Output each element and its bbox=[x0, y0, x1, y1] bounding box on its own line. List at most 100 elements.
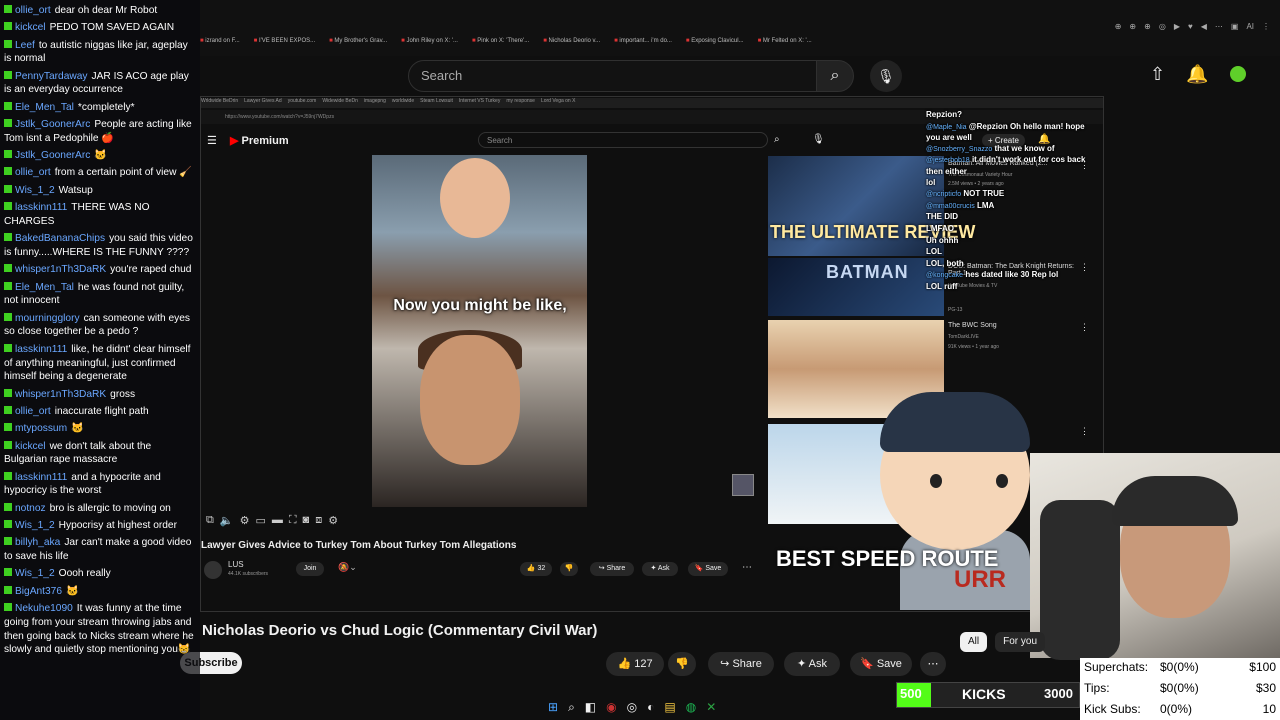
miniplayer-icon[interactable]: ▭ bbox=[255, 514, 265, 527]
chat-username[interactable]: Ele_Men_Tal bbox=[15, 282, 74, 293]
inner-tab[interactable]: Lord Vega on X bbox=[541, 98, 575, 108]
gear-icon[interactable]: ⚙ bbox=[328, 514, 338, 527]
taskbar-app-icon[interactable]: ◉ bbox=[606, 700, 616, 715]
more-icon[interactable]: ⋮ bbox=[1080, 426, 1089, 437]
taskbar-app-icon[interactable]: ◎ bbox=[627, 700, 637, 715]
more-actions-button[interactable]: ⋯ bbox=[920, 652, 946, 676]
chat-username[interactable]: lasskinn111 bbox=[15, 344, 67, 355]
extension-icon[interactable]: ⋯ bbox=[1215, 22, 1223, 31]
ask-button[interactable]: ✦ Ask bbox=[784, 652, 840, 676]
extension-icon[interactable]: ⊕ bbox=[1129, 22, 1136, 31]
extension-icon[interactable]: ♥ bbox=[1188, 22, 1193, 31]
inner-notify-bell-icon[interactable]: 🔕⌄ bbox=[338, 562, 357, 573]
inner-search-icon[interactable]: ⌕ bbox=[774, 134, 780, 145]
inner-tab[interactable]: Widewide BeDn bbox=[322, 98, 358, 108]
avatar[interactable] bbox=[1230, 66, 1246, 82]
mic-button[interactable]: 🎙 bbox=[870, 60, 902, 92]
chat-username[interactable]: Wis_1_2 bbox=[15, 520, 55, 531]
spotify-icon[interactable]: ◍ bbox=[686, 700, 696, 715]
chat-username[interactable]: ollie_ort bbox=[15, 406, 51, 417]
chat-username[interactable]: Jstlk_GoonerArc bbox=[15, 119, 90, 130]
search-input[interactable]: Search bbox=[408, 60, 818, 92]
extension-icon[interactable]: ◀ bbox=[1201, 22, 1207, 31]
taskbar-app-icon[interactable]: ◐ bbox=[647, 700, 654, 715]
inner-dislike-button[interactable]: 👎 bbox=[560, 562, 578, 576]
inner-tab[interactable]: my response bbox=[506, 98, 535, 108]
chat-username[interactable]: lasskinn111 bbox=[15, 202, 67, 213]
extension-icon[interactable]: ⊕ bbox=[1144, 22, 1151, 31]
extension-icon[interactable]: ▣ bbox=[1231, 22, 1239, 31]
chat-username[interactable]: BakedBananaChips bbox=[15, 233, 105, 244]
theater-icon[interactable]: ▬ bbox=[272, 514, 283, 527]
chat-username[interactable]: Wis_1_2 bbox=[15, 185, 55, 196]
extension-icon[interactable]: ▶ bbox=[1174, 22, 1180, 31]
chat-username[interactable]: PennyTardaway bbox=[15, 71, 88, 82]
inner-ask-button[interactable]: ✦ Ask bbox=[642, 562, 678, 576]
chat-username[interactable]: Nekuhe1090 bbox=[15, 603, 73, 614]
bookmark-item[interactable]: Exposing Clavicul... bbox=[686, 38, 743, 44]
dislike-button[interactable]: 👎 bbox=[668, 652, 696, 676]
chat-username[interactable]: lasskinn111 bbox=[15, 472, 67, 483]
bell-icon[interactable]: 🔔 bbox=[1186, 64, 1208, 85]
bookmark-item[interactable]: Nicholas Deorio v... bbox=[543, 38, 601, 44]
subtitles-icon[interactable]: ⧉ bbox=[206, 514, 214, 527]
folder-icon[interactable]: ▤ bbox=[664, 700, 675, 715]
bookmark-item[interactable]: Mr Felted on X: '... bbox=[758, 38, 812, 44]
inner-tab[interactable]: Internet VS Turkey bbox=[459, 98, 500, 108]
xbox-icon[interactable]: ✕ bbox=[706, 700, 716, 715]
more-icon[interactable]: ⋮ bbox=[1080, 322, 1089, 333]
inner-channel-name[interactable]: LUS bbox=[228, 560, 244, 569]
inner-share-button[interactable]: ↪ Share bbox=[590, 562, 634, 576]
bookmark-item[interactable]: Pink on X: 'There'... bbox=[472, 38, 529, 44]
inner-tab[interactable]: Lawyer Gives Ad bbox=[244, 98, 282, 108]
bookmark-item[interactable]: My Brother's Grav... bbox=[329, 38, 387, 44]
inner-join-button[interactable]: Join bbox=[296, 562, 324, 576]
bookmark-item[interactable]: izrand on F... bbox=[200, 38, 239, 44]
chat-username[interactable]: mtypossum bbox=[15, 423, 67, 434]
screenshot-icon[interactable]: ◙ bbox=[303, 514, 310, 527]
chat-username[interactable]: ollie_ort bbox=[15, 167, 51, 178]
chat-username[interactable]: Jstlk_GoonerArc bbox=[15, 150, 90, 161]
search-button[interactable]: ⌕ bbox=[816, 60, 854, 92]
chat-username[interactable]: BigAnt376 bbox=[15, 586, 62, 597]
like-button[interactable]: 👍 127 bbox=[606, 652, 664, 676]
inner-tab[interactable]: worldwide bbox=[392, 98, 414, 108]
chat-username[interactable]: kickcel bbox=[15, 22, 46, 33]
inner-menu-icon[interactable]: ☰ bbox=[207, 134, 217, 147]
extension-icon[interactable]: ◎ bbox=[1159, 22, 1166, 31]
inner-youtube-logo[interactable]: ▶ Premium bbox=[230, 134, 289, 147]
share-button[interactable]: ↪ Share bbox=[708, 652, 774, 676]
related-video-title[interactable]: The BWC Song bbox=[948, 322, 997, 329]
bookmark-item[interactable]: John Riley on X: '... bbox=[401, 38, 458, 44]
inner-tab[interactable]: youtube.com bbox=[288, 98, 317, 108]
chat-username[interactable]: Wis_1_2 bbox=[15, 568, 55, 579]
taskbar-app-icon[interactable]: ◧ bbox=[585, 700, 596, 715]
chat-username[interactable]: Leef bbox=[15, 40, 35, 51]
chip-for-you[interactable]: For you bbox=[995, 632, 1046, 652]
chat-username[interactable]: notnoz bbox=[15, 503, 46, 514]
settings-icon[interactable]: ⚙ bbox=[240, 514, 250, 527]
inner-like-button[interactable]: 👍 32 bbox=[520, 562, 552, 576]
chat-username[interactable]: billyh_aka bbox=[15, 537, 60, 548]
chat-username[interactable]: mourningglory bbox=[15, 313, 80, 324]
inner-tab[interactable]: imagepng bbox=[364, 98, 386, 108]
inner-mic-icon[interactable]: 🎙 bbox=[812, 134, 825, 145]
chat-username[interactable]: whisper1nTh3DaRK bbox=[15, 264, 106, 275]
upload-icon[interactable]: ⇧ bbox=[1150, 64, 1165, 85]
extension-icon[interactable]: ⋮ bbox=[1262, 22, 1270, 31]
bookmark-item[interactable]: I'VE BEEN EXPOS... bbox=[254, 38, 315, 44]
pip-icon[interactable]: ⧈ bbox=[315, 514, 322, 527]
inner-tab[interactable]: Steam Lowsuit bbox=[420, 98, 453, 108]
inner-tab[interactable]: Wrldwide BeDrin bbox=[201, 98, 238, 108]
start-icon[interactable]: ⊞ bbox=[548, 700, 558, 715]
search-icon[interactable]: ⌕ bbox=[568, 700, 575, 715]
chat-username[interactable]: kickcel bbox=[15, 441, 46, 452]
bookmark-item[interactable]: important... i'm do... bbox=[614, 38, 672, 44]
volume-icon[interactable]: 🔈 bbox=[220, 514, 234, 527]
chat-message-list[interactable]: ollie_ort dear oh dear Mr Robot kickcel PE… bbox=[4, 4, 197, 661]
extension-icon[interactable]: AI bbox=[1246, 22, 1254, 31]
save-button[interactable]: 🔖 Save bbox=[850, 652, 912, 676]
inner-save-button[interactable]: 🔖 Save bbox=[688, 562, 728, 576]
chip-all[interactable]: All bbox=[960, 632, 988, 652]
inner-search-input[interactable]: Search bbox=[478, 132, 768, 148]
